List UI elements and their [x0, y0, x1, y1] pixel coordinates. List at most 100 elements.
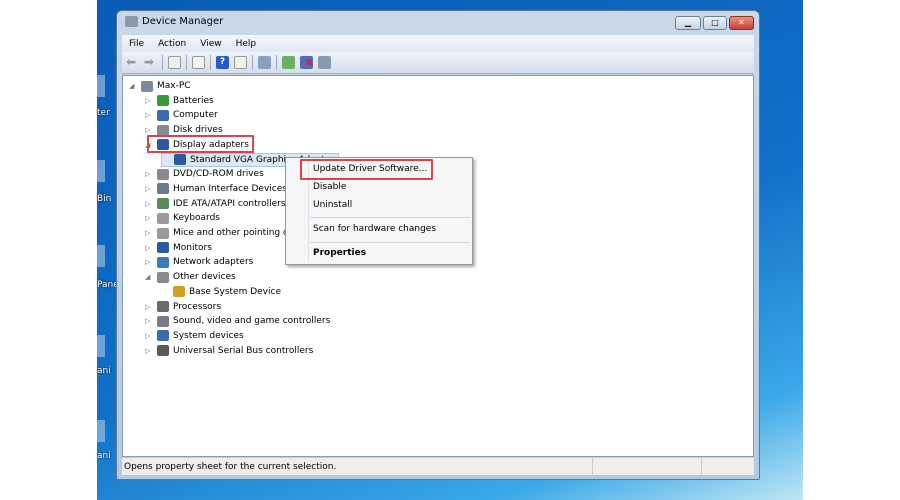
tree-item[interactable]: ▷ Batteries [145, 94, 214, 108]
forward-icon[interactable]: ➡ [144, 56, 157, 69]
expander-icon[interactable]: ▷ [145, 111, 153, 119]
uninstall-icon[interactable]: ✖ [300, 56, 313, 69]
expander-icon[interactable]: ▷ [145, 258, 153, 266]
recycle-bin-icon [97, 160, 105, 182]
expander-icon[interactable]: ▷ [145, 170, 153, 178]
menu-bar: File Action View Help [122, 35, 754, 52]
tree-item-label: Processors [173, 301, 222, 312]
desktop-icon-label[interactable]: Bin [97, 194, 111, 204]
scan-icon[interactable] [258, 56, 271, 69]
control-panel-icon [97, 245, 105, 267]
display-icon [174, 154, 186, 165]
battery-icon [157, 95, 169, 107]
toolbar: ⬅ ➡ ? ✖ [122, 52, 754, 74]
tree-item-label: Monitors [173, 242, 212, 253]
tree-item-label: Sound, video and game controllers [173, 316, 331, 327]
other-devices-icon [157, 271, 169, 283]
menu-item-properties[interactable]: Properties [313, 248, 366, 258]
expander-icon[interactable]: ▷ [145, 126, 153, 134]
tree-item[interactable]: ▷ Sound, video and game controllers [145, 314, 330, 328]
tree-item[interactable]: ◢ Other devices [145, 270, 236, 284]
desktop-icon-label[interactable]: ani [97, 451, 111, 461]
computer-icon [141, 80, 153, 92]
toolbar-separator [210, 55, 211, 70]
expander-icon[interactable]: ▷ [145, 347, 153, 355]
tree-item[interactable]: Base System Device [161, 285, 281, 299]
expander-icon[interactable]: ◢ [129, 82, 137, 90]
update-driver-icon[interactable] [282, 56, 295, 69]
close-button[interactable]: ✕ [729, 16, 754, 30]
tree-item[interactable]: ▷ DVD/CD-ROM drives [145, 167, 264, 181]
toolbar-separator [276, 55, 277, 70]
network-icon [157, 256, 169, 268]
window-title: Device Manager [142, 16, 224, 27]
tree-item-label: Other devices [173, 272, 236, 283]
highlight-update-driver [300, 159, 433, 180]
toolbar-separator [162, 55, 163, 70]
expander-icon[interactable]: ▷ [145, 185, 153, 193]
tree-item-label: DVD/CD-ROM drives [173, 169, 264, 180]
expander-icon[interactable]: ▷ [145, 229, 153, 237]
expander-icon[interactable]: ▷ [145, 244, 153, 252]
tree-item-label: Human Interface Devices [173, 183, 287, 194]
tree-item[interactable]: ▷ System devices [145, 329, 244, 343]
maximize-button[interactable]: □ [703, 16, 727, 30]
tree-item-label: Keyboards [173, 213, 220, 224]
menu-help[interactable]: Help [236, 39, 257, 49]
desktop-icon-label[interactable]: ter [97, 108, 110, 118]
file-icon [97, 335, 105, 357]
status-text: Opens property sheet for the current sel… [124, 462, 337, 472]
minimize-button[interactable]: ▁ [675, 16, 701, 30]
usb-icon [157, 345, 169, 357]
monitor-icon [157, 242, 169, 254]
expander-icon[interactable]: ▷ [145, 332, 153, 340]
help-icon[interactable]: ? [216, 56, 229, 69]
device-manager-icon [125, 16, 138, 27]
ide-icon [157, 198, 169, 210]
menu-view[interactable]: View [200, 39, 221, 49]
tree-item[interactable]: ▷ Network adapters [145, 255, 253, 269]
tree-item[interactable]: ▷ Monitors [145, 241, 212, 255]
desktop-icon-image [97, 75, 105, 97]
status-divider [592, 458, 593, 476]
tree-item-label: Disk drives [173, 125, 223, 136]
tree-item[interactable]: ◢ Max-PC [129, 79, 191, 93]
toolbar-separator [186, 55, 187, 70]
tree-item[interactable]: ▷ Universal Serial Bus controllers [145, 344, 313, 358]
tree-icon[interactable] [192, 56, 205, 69]
expander-icon[interactable]: ▷ [145, 97, 153, 105]
menu-item-disable[interactable]: Disable [313, 182, 346, 192]
expander-icon[interactable]: ▷ [145, 303, 153, 311]
tree-item-label: Base System Device [189, 286, 281, 297]
hid-icon [157, 183, 169, 195]
computer-icon [157, 109, 169, 121]
menu-item-scan[interactable]: Scan for hardware changes [313, 224, 436, 234]
expander-icon[interactable]: ▷ [145, 317, 153, 325]
desktop-icon-label[interactable]: ani [97, 366, 111, 376]
mouse-icon [157, 227, 169, 239]
tree-item[interactable]: ▷ Human Interface Devices [145, 182, 287, 196]
tree-item[interactable]: ▷ Keyboards [145, 211, 220, 225]
back-icon[interactable]: ⬅ [126, 56, 139, 69]
tree-item[interactable]: ▷ Processors [145, 300, 221, 314]
keyboard-icon [157, 212, 169, 224]
expander-icon[interactable]: ◢ [145, 273, 153, 281]
tree-item[interactable]: ▷ IDE ATA/ATAPI controllers [145, 197, 286, 211]
file-icon [97, 420, 105, 442]
tree-item-label: Batteries [173, 95, 214, 106]
action-pane-icon[interactable] [234, 56, 247, 69]
status-bar: Opens property sheet for the current sel… [122, 457, 754, 476]
expander-icon[interactable]: ▷ [145, 214, 153, 222]
title-bar: Device Manager [125, 16, 223, 27]
expander-icon[interactable]: ▷ [145, 200, 153, 208]
device-tree: ◢ Max-PC ▷ Batteries ▷ Computer ▷ Disk drives ◢ D… [122, 75, 754, 457]
properties-pane-icon[interactable] [168, 56, 181, 69]
toolbar-separator [252, 55, 253, 70]
menu-file[interactable]: File [129, 39, 144, 49]
tree-item[interactable]: ▷ Computer [145, 108, 218, 122]
disable-icon[interactable] [318, 56, 331, 69]
menu-separator [310, 242, 470, 243]
menu-item-uninstall[interactable]: Uninstall [313, 200, 352, 210]
tree-item-label: Network adapters [173, 257, 254, 268]
menu-action[interactable]: Action [158, 39, 186, 49]
